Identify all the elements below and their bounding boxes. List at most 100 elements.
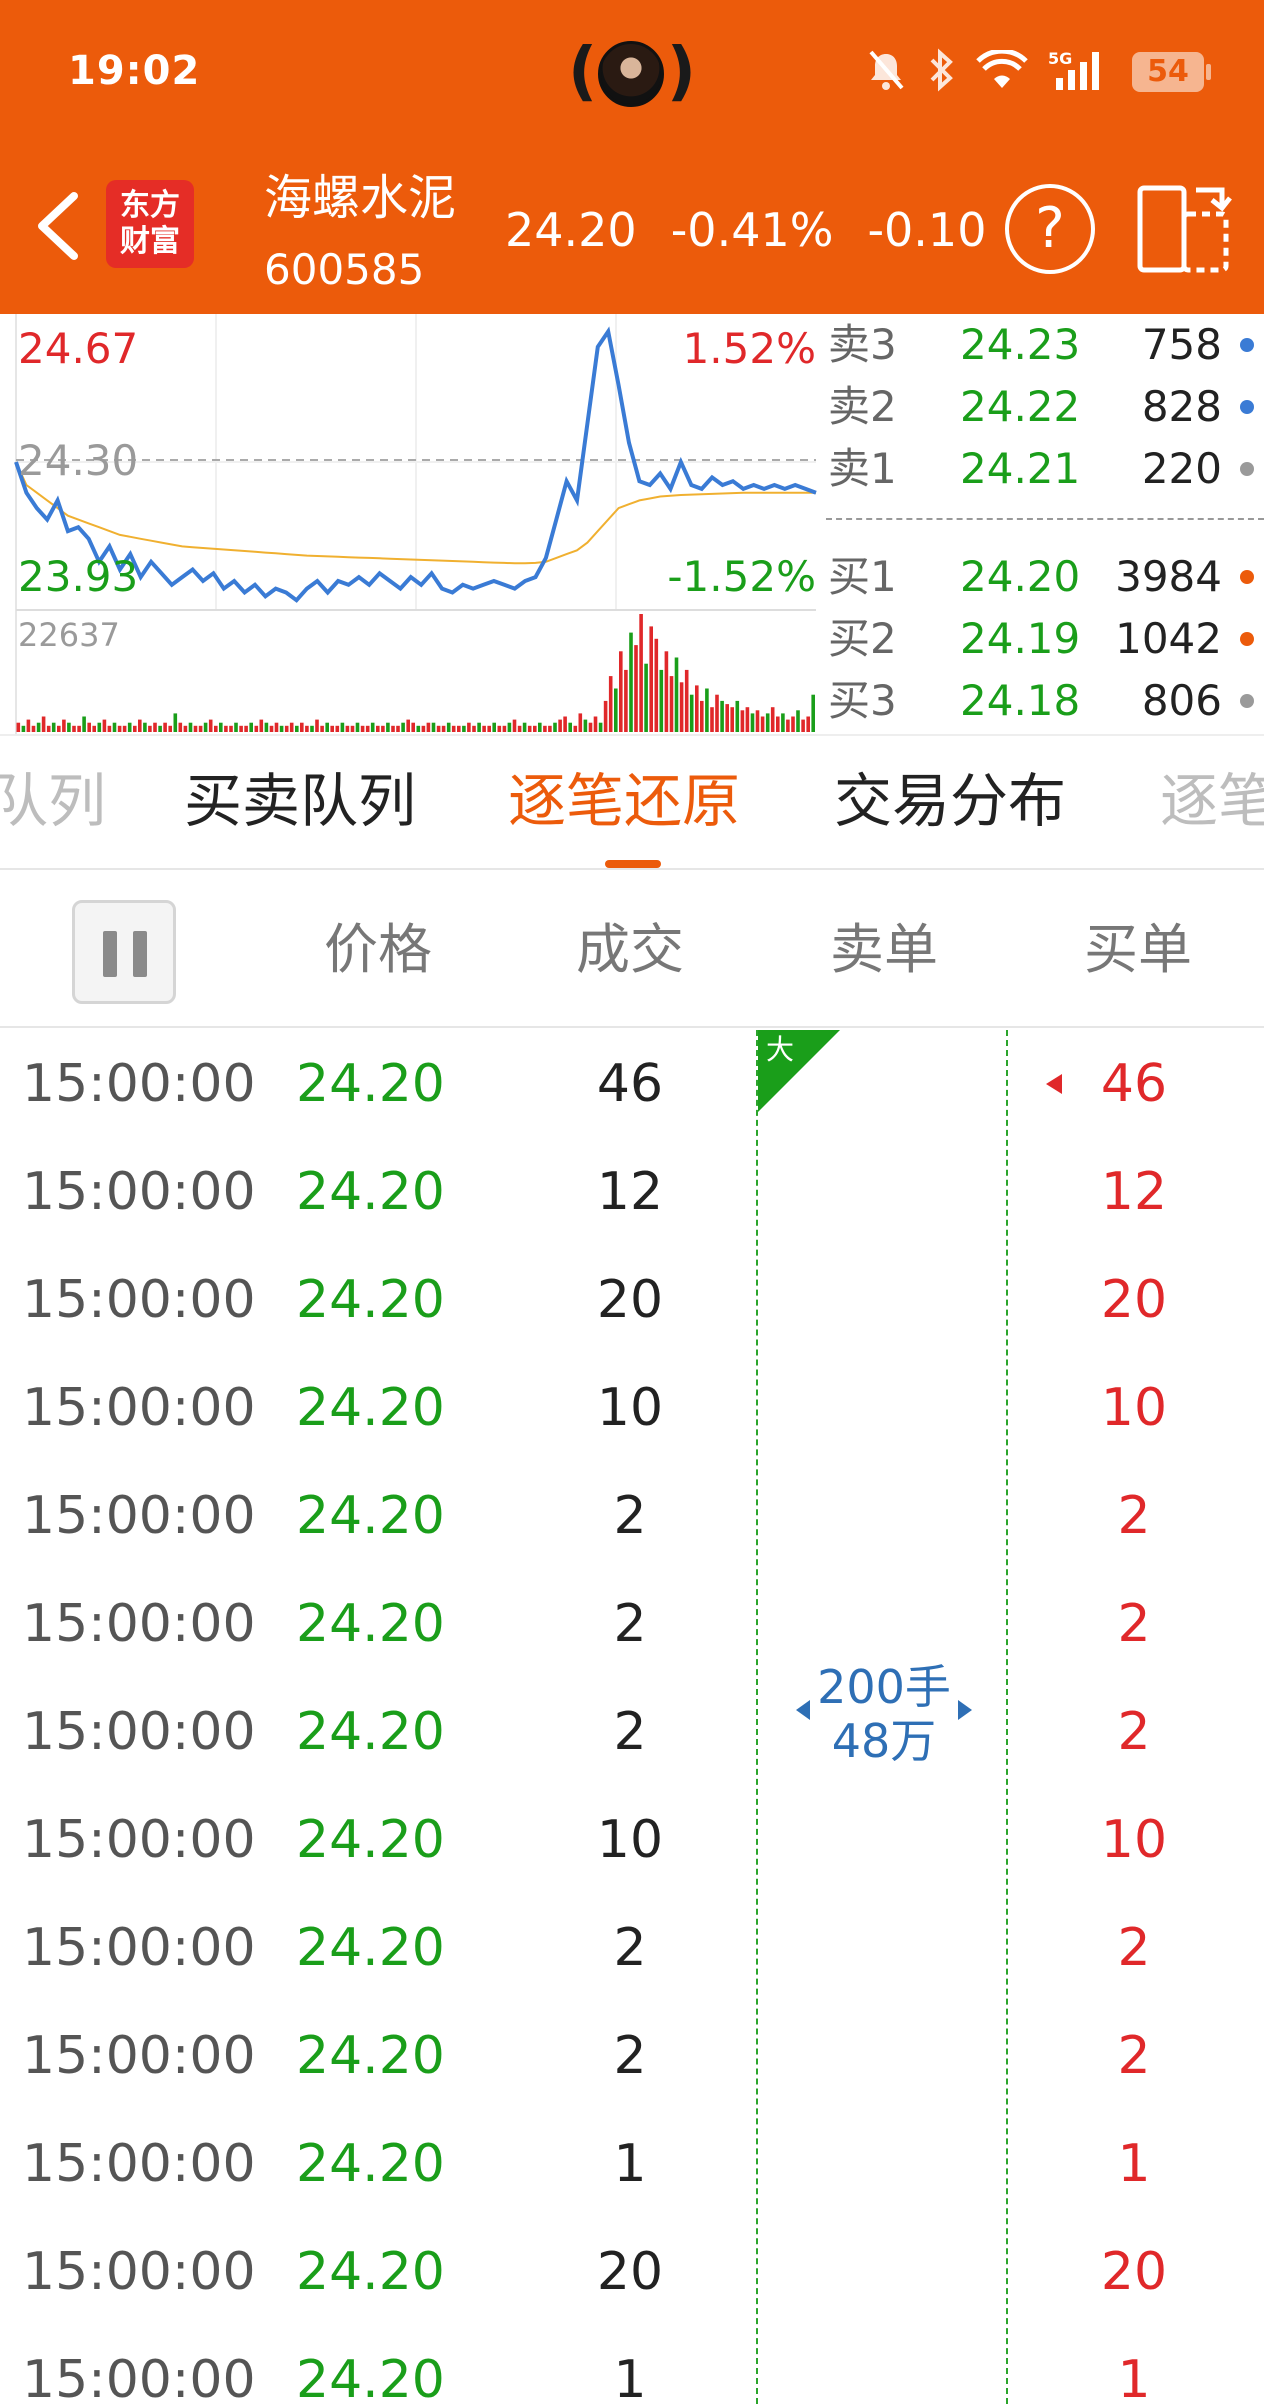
trade-price: 24.20	[296, 1054, 445, 1114]
volume-bar	[396, 725, 400, 732]
volume-bar	[689, 694, 694, 732]
switch-layout-icon[interactable]	[1136, 184, 1232, 274]
volume-bar	[614, 688, 618, 732]
pause-button[interactable]	[72, 900, 176, 1004]
volume-bar	[340, 722, 345, 732]
volume-bar	[203, 722, 208, 732]
volume-bar	[163, 722, 167, 732]
volume-bar	[644, 663, 648, 732]
svg-text:5G: 5G	[1048, 49, 1072, 68]
chart-high-price: 24.67	[18, 324, 139, 373]
volume-bar	[583, 719, 588, 732]
trade-time: 15:00:00	[22, 1270, 256, 1330]
orderbook-divider	[826, 518, 1264, 520]
volume-bar	[634, 645, 638, 732]
volume-bar	[46, 725, 51, 732]
big-order-flag-label: 大	[766, 1033, 795, 1066]
volume-bar	[193, 725, 198, 732]
trade-price: 24.20	[296, 1270, 445, 1330]
trade-price: 24.20	[296, 1162, 445, 1222]
trade-time: 15:00:00	[22, 1594, 256, 1654]
stock-name: 海螺水泥	[264, 170, 457, 226]
volume-bar	[548, 725, 552, 732]
volume-bar	[143, 722, 147, 732]
pause-icon	[103, 931, 117, 977]
volume-bar	[117, 725, 122, 732]
chart-svg	[14, 314, 817, 734]
trade-price: 24.20	[296, 1378, 445, 1438]
sell-order-block[interactable]: 大 200手 48万	[756, 1030, 1008, 2404]
trade-row: 15:00:00 24.20 20 20	[0, 2218, 1264, 2326]
tab-tick-restore[interactable]: 逐笔还原	[508, 766, 740, 836]
chart-high-percent: 1.52%	[682, 324, 816, 373]
volume-bar	[462, 725, 466, 732]
tab-trade-distribution[interactable]: 交易分布	[834, 766, 1066, 836]
volume-bar	[730, 707, 734, 732]
help-icon[interactable]: ?	[1005, 184, 1095, 274]
volume-bar	[305, 725, 309, 732]
trade-row: 15:00:00 24.20 1 1	[0, 2326, 1264, 2404]
volume-bar	[97, 722, 102, 732]
trade-time: 15:00:00	[22, 1054, 256, 1114]
volume-bar	[153, 722, 157, 732]
chart-prev-close: 24.30	[18, 436, 139, 485]
order-book[interactable]: 卖3 24.23 758 卖2 24.22 828 卖1 24.21 220 买…	[826, 314, 1264, 734]
sell-level-2: 卖2 24.22 828	[826, 376, 1264, 438]
trade-time: 15:00:00	[22, 2242, 256, 2302]
volume-bar	[563, 716, 567, 732]
volume-bar	[264, 722, 269, 732]
tab-tick-more[interactable]: 逐笔	[1160, 766, 1264, 836]
volume-bar	[224, 725, 228, 732]
volume-bar	[674, 657, 679, 732]
volume-bar	[325, 722, 329, 732]
volume-bar	[391, 725, 395, 732]
volume-bar	[41, 716, 46, 732]
trade-price: 24.20	[296, 1702, 445, 1762]
volume-bar	[178, 722, 183, 732]
volume-bar	[426, 722, 431, 732]
volume-bar	[21, 725, 26, 732]
volume-bar	[517, 725, 522, 732]
volume-bar	[679, 682, 684, 732]
volume-bar	[244, 725, 248, 732]
volume-bar	[806, 716, 810, 732]
volume-bar	[588, 722, 593, 732]
volume-bar	[36, 722, 41, 732]
app-logo[interactable]: 东方 财富	[106, 180, 194, 268]
volume-bar	[406, 719, 410, 732]
volume-bar	[234, 722, 238, 732]
volume-bar	[457, 725, 461, 732]
volume-bar	[87, 722, 91, 732]
volume-bar	[507, 722, 512, 732]
volume-bar	[786, 719, 790, 732]
volume-bar	[107, 725, 112, 732]
volume-bar	[295, 725, 299, 732]
chart-low-price: 23.93	[18, 552, 139, 601]
back-button[interactable]	[30, 190, 90, 262]
volume-bar	[700, 700, 704, 732]
volume-bar	[669, 676, 674, 732]
trade-price: 24.20	[296, 1810, 445, 1870]
volume-bar	[441, 725, 446, 732]
tab-queue[interactable]: 队列	[0, 766, 106, 836]
intraday-chart[interactable]: 24.67 1.52% 24.30 23.93 -1.52% 22637	[0, 314, 830, 734]
volume-bar	[446, 722, 451, 732]
buy-level-1: 买1 24.20 3984	[826, 546, 1264, 608]
volume-bar	[654, 638, 659, 732]
column-sell-order: 卖单	[830, 918, 938, 981]
volume-bar	[249, 722, 253, 732]
chart-low-percent: -1.52%	[667, 552, 816, 601]
trade-list[interactable]: 15:00:00 24.20 46 46 15:00:00 24.20 12 12 15:00:…	[0, 1030, 1264, 2404]
volume-bar	[603, 700, 608, 732]
volume-bar	[436, 725, 441, 732]
volume-bar	[543, 725, 547, 732]
volume-bar	[538, 722, 542, 732]
trade-row: 15:00:00 24.20 2 2	[0, 1678, 1264, 1786]
column-price: 价格	[324, 918, 432, 981]
volume-bar	[598, 722, 603, 732]
change-percent: -0.41%	[670, 203, 834, 257]
volume-bar	[684, 669, 689, 732]
volume-bar	[269, 725, 274, 732]
volume-bar	[472, 725, 476, 732]
tab-bid-ask-queue[interactable]: 买卖队列	[184, 766, 416, 836]
